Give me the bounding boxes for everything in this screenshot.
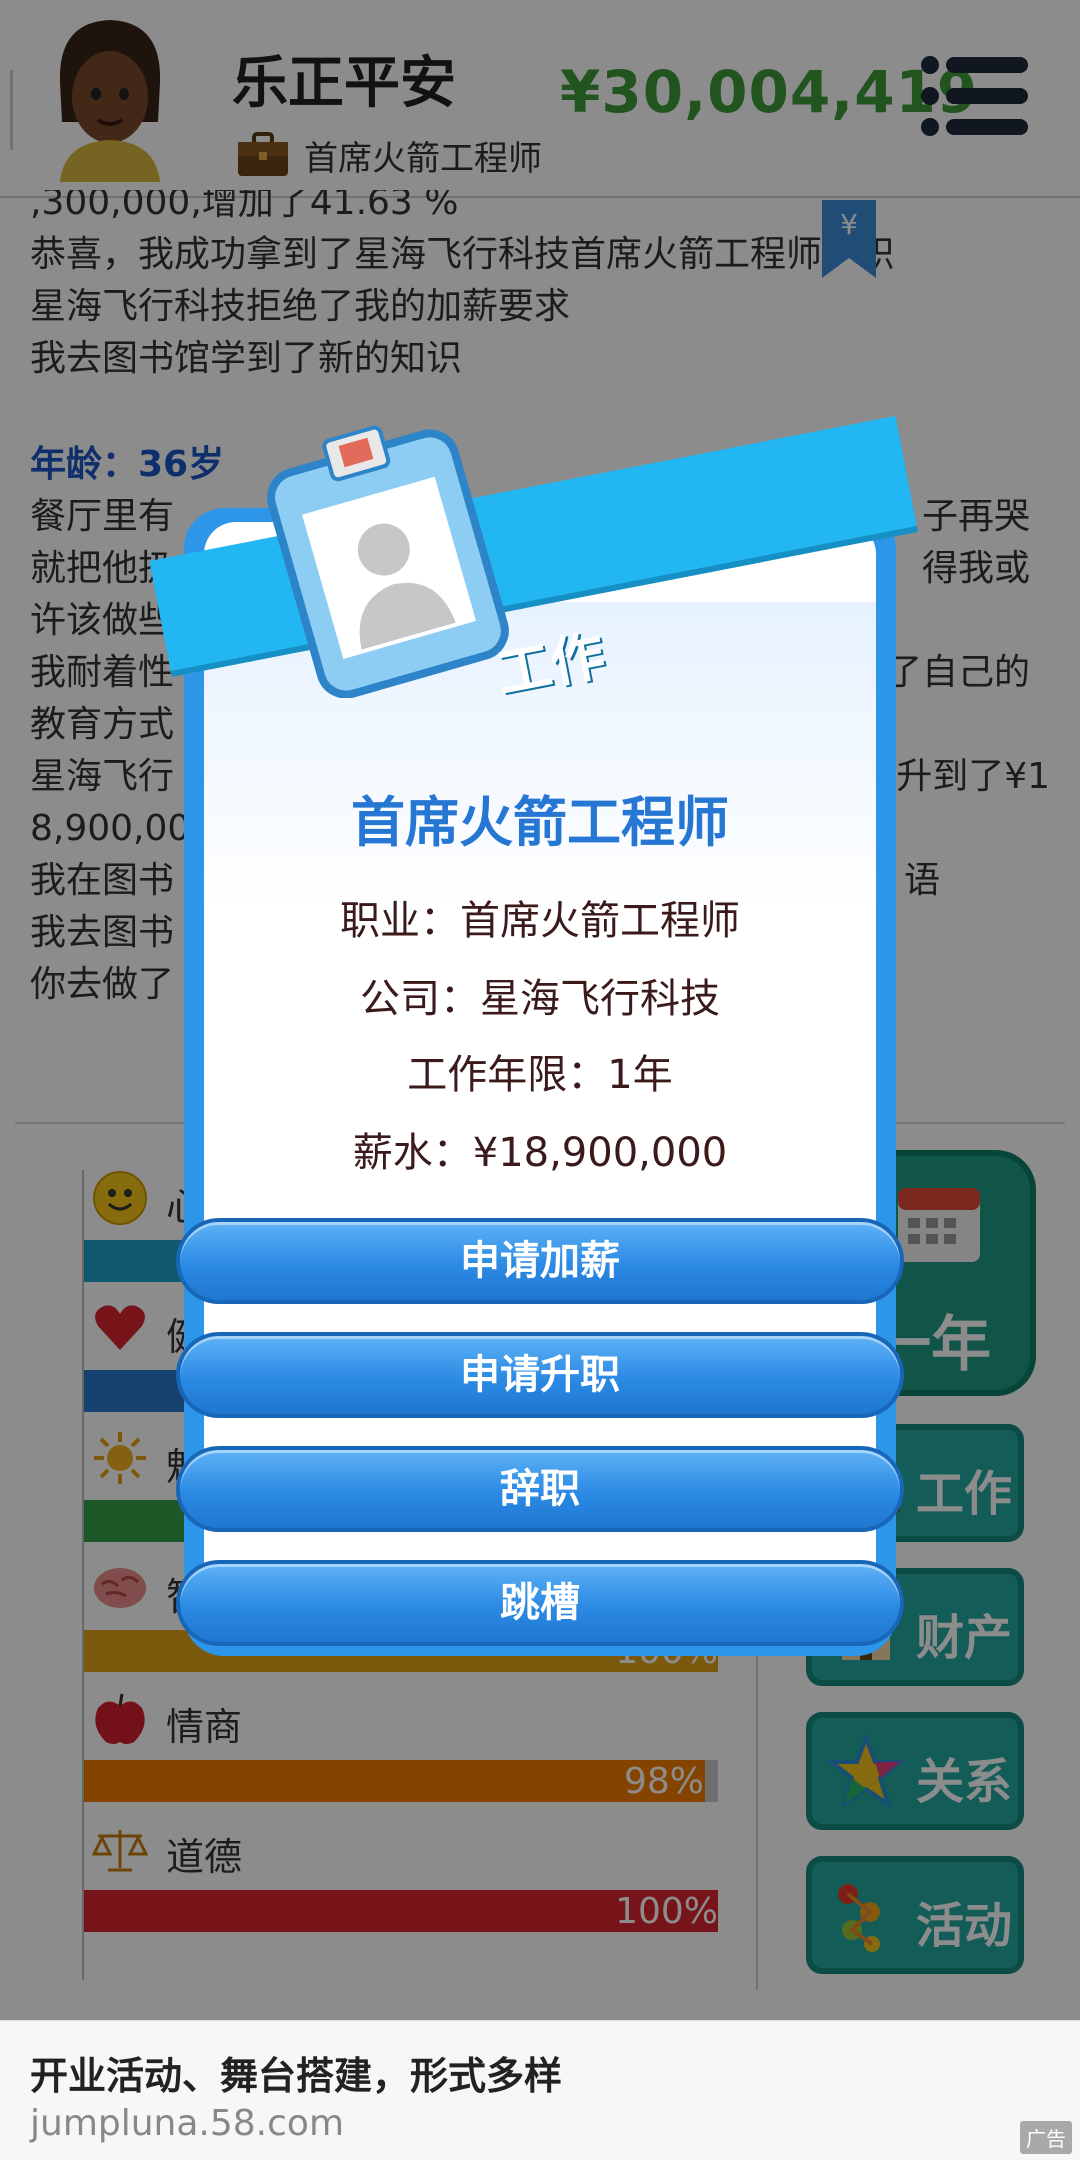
ad-banner[interactable]: 开业活动、舞台搭建，形式多样 jumpluna.58.com 广告 — [0, 2020, 1080, 2160]
salary-text: 薪水：¥18,900,000 — [352, 1130, 728, 1176]
request-promotion-button[interactable]: 申请升职 — [176, 1332, 904, 1418]
job-title: 首席火箭工程师 — [351, 791, 729, 854]
ad-url: jumpluna.58.com — [30, 2103, 345, 2144]
occupation-text: 职业：首席火箭工程师 — [340, 898, 740, 944]
request-raise-button[interactable]: 申请加薪 — [176, 1218, 904, 1304]
company-text: 公司：星海飞行科技 — [360, 976, 720, 1022]
ad-tag: 广告 — [1020, 2121, 1072, 2154]
change-job-button[interactable]: 跳槽 — [176, 1560, 904, 1646]
years-text: 工作年限：1年 — [407, 1052, 673, 1098]
resign-button[interactable]: 辞职 — [176, 1446, 904, 1532]
ad-title: 开业活动、舞台搭建，形式多样 — [30, 2054, 563, 2098]
